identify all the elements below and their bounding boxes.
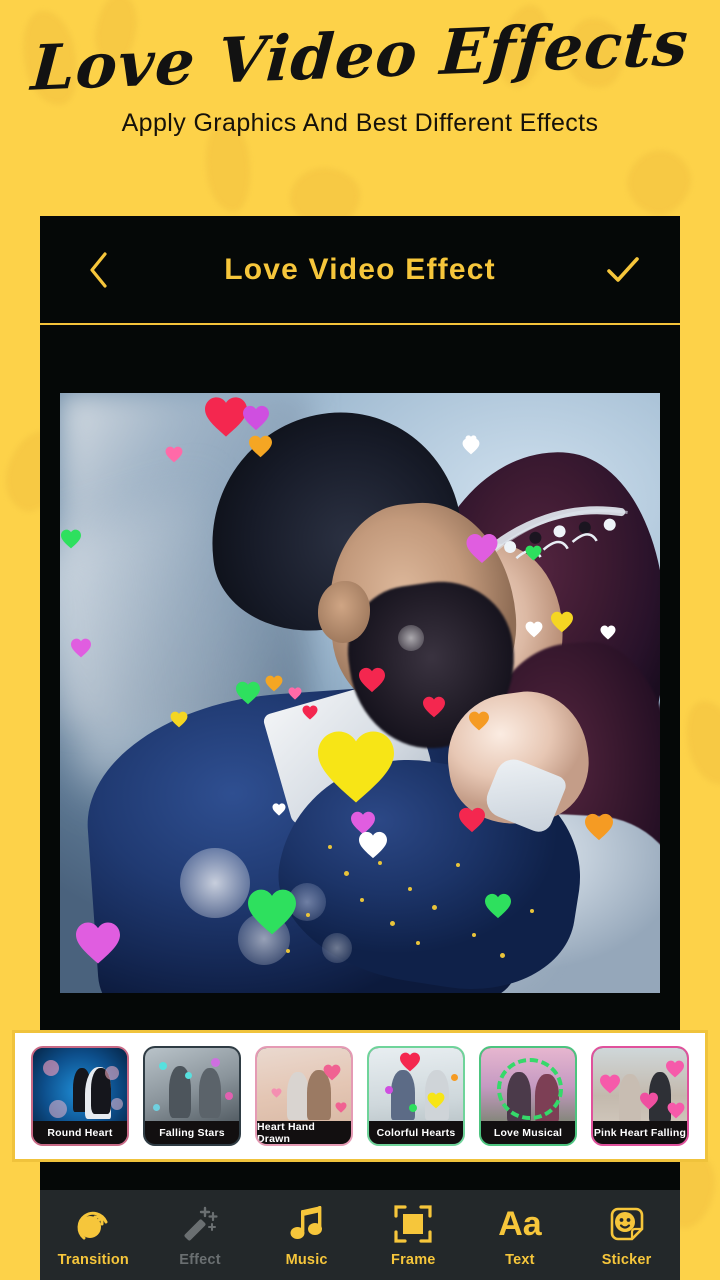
done-button[interactable] — [602, 246, 644, 294]
tool-sticker[interactable]: Sticker — [577, 1190, 677, 1280]
tool-label: Sticker — [601, 1252, 652, 1268]
tool-label: Effect — [179, 1252, 221, 1268]
effect-thumb-round-heart[interactable]: Round Heart — [31, 1046, 129, 1146]
effect-thumb-label: Round Heart — [33, 1121, 127, 1144]
music-note-icon — [284, 1202, 330, 1246]
page-title: Love Video Effect — [224, 252, 496, 286]
effect-thumb-label: Falling Stars — [145, 1121, 239, 1144]
effect-thumb-pink-heart-falling[interactable]: Pink Heart Falling — [591, 1046, 689, 1146]
tool-label: Music — [285, 1252, 328, 1268]
tool-label: Frame — [391, 1252, 436, 1268]
promo-title: Love Video Effects — [28, 6, 692, 105]
tool-effect[interactable]: Effect — [150, 1190, 250, 1280]
preview-photo — [60, 393, 660, 993]
video-preview[interactable] — [60, 393, 660, 993]
effect-thumb-label: Colorful Hearts — [369, 1121, 463, 1144]
tool-frame[interactable]: Frame — [363, 1190, 463, 1280]
bottom-toolbar: Transition Effect Music Frame Aa Text St… — [40, 1190, 680, 1280]
tool-label: Transition — [57, 1252, 129, 1268]
transition-icon — [70, 1202, 116, 1246]
tool-label: Text — [505, 1252, 535, 1268]
frame-icon — [390, 1202, 436, 1246]
promo-header: Love Video Effects Apply Graphics And Be… — [0, 0, 720, 216]
app-bar: Love Video Effect — [40, 216, 680, 325]
sticker-smiley-icon — [604, 1202, 650, 1246]
promo-subtitle: Apply Graphics And Best Different Effect… — [121, 109, 599, 138]
tool-music[interactable]: Music — [257, 1190, 357, 1280]
text-aa-icon: Aa — [498, 1205, 542, 1243]
tool-transition[interactable]: Transition — [43, 1190, 143, 1280]
effect-thumb-colorful-hearts[interactable]: Colorful Hearts — [367, 1046, 465, 1146]
magic-wand-icon — [177, 1202, 223, 1246]
effect-thumb-label: Pink Heart Falling — [593, 1121, 687, 1144]
effect-thumb-label: Love Musical — [481, 1121, 575, 1144]
effect-thumb-falling-stars[interactable]: Falling Stars — [143, 1046, 241, 1146]
effect-thumb-love-musical[interactable]: Love Musical — [479, 1046, 577, 1146]
tool-text[interactable]: Aa Text — [470, 1190, 570, 1280]
effect-thumb-label: Heart Hand Drawn — [257, 1121, 351, 1144]
effect-thumbnail-strip[interactable]: Round Heart Falling Stars Heart Hand Dra… — [12, 1030, 708, 1162]
effect-thumb-heart-hand-drawn[interactable]: Heart Hand Drawn — [255, 1046, 353, 1146]
